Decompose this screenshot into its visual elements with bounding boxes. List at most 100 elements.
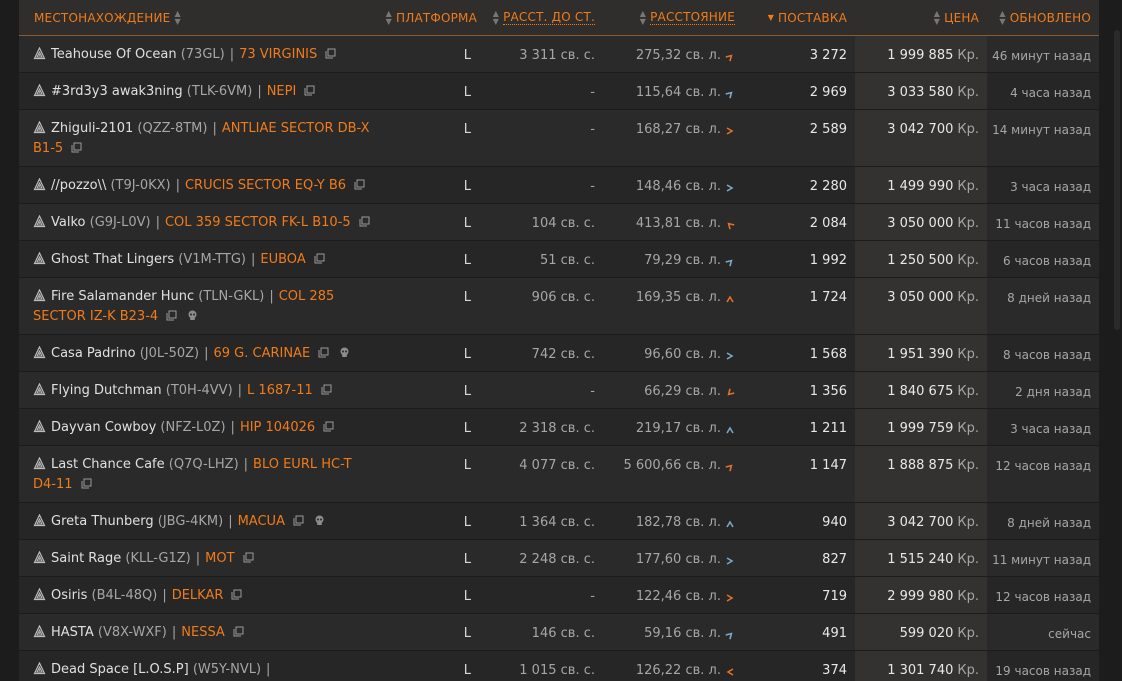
header-price[interactable]: ▲ ▼ Цена xyxy=(855,0,987,35)
header-supply[interactable]: ▼ Поставка xyxy=(743,0,855,35)
credits-unit: Кр. xyxy=(957,122,979,137)
system-name[interactable]: 69 G. CARINAE xyxy=(213,346,310,361)
station-name[interactable]: Greta Thunberg xyxy=(51,514,154,529)
system-name[interactable]: L 1687-11 xyxy=(247,383,313,398)
copy-link-icon[interactable] xyxy=(231,587,242,600)
dist-star-cell: 742 св. с. xyxy=(485,335,603,371)
scrollbar[interactable] xyxy=(1112,0,1122,681)
supply-cell: 1 724 xyxy=(743,278,855,334)
copy-link-icon[interactable] xyxy=(323,419,334,432)
table-row[interactable]: Greta Thunberg (JBG-4KM) | MACUA L 1 364 св.… xyxy=(19,503,1099,540)
price-cell: 3 042 700 Кр. xyxy=(855,110,987,166)
dist-star-cell: 3 311 св. с. xyxy=(485,36,603,72)
table-row[interactable]: //pozzo\\ (T9J-0KX) | CRUCIS SECTOR EQ-Y B… xyxy=(19,167,1099,204)
station-name[interactable]: Valko xyxy=(51,215,85,230)
station-icon xyxy=(33,550,46,564)
dist-star-value: 104 xyxy=(531,216,557,231)
system-name[interactable]: MOT xyxy=(205,551,234,566)
table-row[interactable]: Valko (G9J-L0V) | COL 359 SECTOR FK-L B10-… xyxy=(19,204,1099,241)
copy-link-icon[interactable] xyxy=(354,177,365,190)
table-row[interactable]: HASTA (V8X-WXF) | NESSA L 146 св. с. 59,16 св… xyxy=(19,614,1099,651)
station-code: (TLN-GKL) xyxy=(198,289,265,304)
station-name[interactable]: Osiris xyxy=(51,588,87,603)
station-name[interactable]: Zhiguli-2101 xyxy=(51,121,133,136)
scrollbar-thumb[interactable] xyxy=(1114,30,1120,330)
table-row[interactable]: Osiris (B4L-48Q) | DELKAR L -122,46 св. л. 71… xyxy=(19,577,1099,614)
table-row[interactable]: #3rd3y3 awak3ning (TLK-6VM) | NEPI L -115,64… xyxy=(19,73,1099,110)
station-name[interactable]: Dead Space [L.O.S.P] xyxy=(51,662,189,677)
ly-unit: св. л. xyxy=(685,216,721,231)
station-name[interactable]: Ghost That Lingers xyxy=(51,252,174,267)
platform-cell: L xyxy=(385,241,485,277)
copy-link-icon[interactable] xyxy=(318,345,329,358)
table-row[interactable]: Flying Dutchman (T0H-4VV) | L 1687-11 L -66,… xyxy=(19,372,1099,409)
table-row[interactable]: Teahouse Of Ocean (73GL) | 73 VIRGINIS L 3 3… xyxy=(19,36,1099,73)
station-name[interactable]: Last Chance Cafe xyxy=(51,457,165,472)
copy-link-icon[interactable] xyxy=(81,476,92,489)
station-name[interactable]: Casa Padrino xyxy=(51,346,136,361)
copy-link-icon[interactable] xyxy=(233,624,244,637)
header-price-label: Цена xyxy=(944,10,979,25)
price-cell: 1 999 885 Кр. xyxy=(855,36,987,72)
copy-link-icon[interactable] xyxy=(166,308,177,321)
station-name[interactable]: Dayvan Cowboy xyxy=(51,420,156,435)
table-row[interactable]: Ghost That Lingers (V1M-TTG) | EUBOA L 51 св… xyxy=(19,241,1099,278)
station-name[interactable]: #3rd3y3 awak3ning xyxy=(51,84,183,99)
system-name[interactable]: CRUCIS SECTOR EQ-Y B6 xyxy=(185,178,346,193)
price-value: 3 033 580 xyxy=(887,85,954,100)
platform-value: L xyxy=(463,663,471,678)
price-value: 1 840 675 xyxy=(887,384,954,399)
supply-cell: 719 xyxy=(743,577,855,613)
table-row[interactable]: Fire Salamander Hunc (TLN-GKL) | COL 285 S… xyxy=(19,278,1099,335)
platform-value: L xyxy=(463,122,471,137)
system-name[interactable]: DELKAR xyxy=(172,588,224,603)
table-row[interactable]: Zhiguli-2101 (QZZ-8TM) | ANTLIAE SECTOR DB… xyxy=(19,110,1099,167)
copy-link-icon[interactable] xyxy=(359,214,370,227)
direction-arrow-icon xyxy=(725,182,735,192)
system-name[interactable]: NESSA xyxy=(181,625,225,640)
copy-link-icon[interactable] xyxy=(243,550,254,563)
copy-link-icon[interactable] xyxy=(71,140,82,153)
price-cell: 3 042 700 Кр. xyxy=(855,503,987,539)
copy-link-icon[interactable] xyxy=(325,46,336,59)
copy-link-icon[interactable] xyxy=(304,83,315,96)
station-name[interactable]: Fire Salamander Hunc xyxy=(51,289,194,304)
separator: | xyxy=(229,47,235,62)
table-row[interactable]: Saint Rage (KLL-G1Z) | MOT L 2 248 св. с. 177… xyxy=(19,540,1099,577)
updated-cell: 14 минут назад xyxy=(987,110,1099,166)
table-row[interactable]: Casa Padrino (J0L-50Z) | 69 G. CARINAE L 742… xyxy=(19,335,1099,372)
system-name[interactable]: COL 359 SECTOR FK-L B10-5 xyxy=(165,215,351,230)
updated-value: 3 часа назад xyxy=(1010,422,1091,436)
table-row[interactable]: Dayvan Cowboy (NFZ-L0Z) | HIP 104026 L 2 318… xyxy=(19,409,1099,446)
credits-unit: Кр. xyxy=(957,347,979,362)
supply-value: 1 147 xyxy=(809,458,847,473)
station-icon xyxy=(33,624,46,638)
separator: | xyxy=(243,457,249,472)
header-updated[interactable]: ▲ ▼ Обновлено xyxy=(987,0,1099,35)
table-row[interactable]: Dead Space [L.O.S.P] (W5Y-NVL) | L 1 015 св… xyxy=(19,651,1099,681)
system-name[interactable]: MACUA xyxy=(238,514,285,529)
ls-unit: св. с. xyxy=(560,290,595,305)
system-name[interactable]: 73 VIRGINIS xyxy=(239,47,317,62)
system-name[interactable]: EUBOA xyxy=(260,252,305,267)
station-name[interactable]: HASTA xyxy=(51,625,94,640)
distance-cell: 148,46 св. л. xyxy=(603,167,743,203)
station-name[interactable]: //pozzo\\ xyxy=(51,178,106,193)
copy-link-icon[interactable] xyxy=(293,513,304,526)
header-distance[interactable]: ▲ ▼ Расстояние xyxy=(603,0,743,35)
copy-link-icon[interactable] xyxy=(314,251,325,264)
supply-value: 719 xyxy=(822,589,847,604)
system-name[interactable]: NEPI xyxy=(267,84,297,99)
ly-unit: св. л. xyxy=(685,421,721,436)
station-name[interactable]: Teahouse Of Ocean xyxy=(51,47,177,62)
header-location[interactable]: Местонахождение ▲ ▼ xyxy=(19,0,385,35)
copy-link-icon[interactable] xyxy=(321,382,332,395)
system-name[interactable]: HIP 104026 xyxy=(240,420,315,435)
station-name[interactable]: Flying Dutchman xyxy=(51,383,162,398)
supply-value: 374 xyxy=(822,663,847,678)
table-row[interactable]: Last Chance Cafe (Q7Q-LHZ) | BLO EURL HC-T… xyxy=(19,446,1099,503)
station-name[interactable]: Saint Rage xyxy=(51,551,121,566)
header-platform[interactable]: ▲ ▼ Платформа xyxy=(385,0,485,35)
header-dist-to-star[interactable]: ▲ ▼ Расст. до ст. xyxy=(485,0,603,35)
location-cell: Valko (G9J-L0V) | COL 359 SECTOR FK-L B10-… xyxy=(19,204,385,240)
